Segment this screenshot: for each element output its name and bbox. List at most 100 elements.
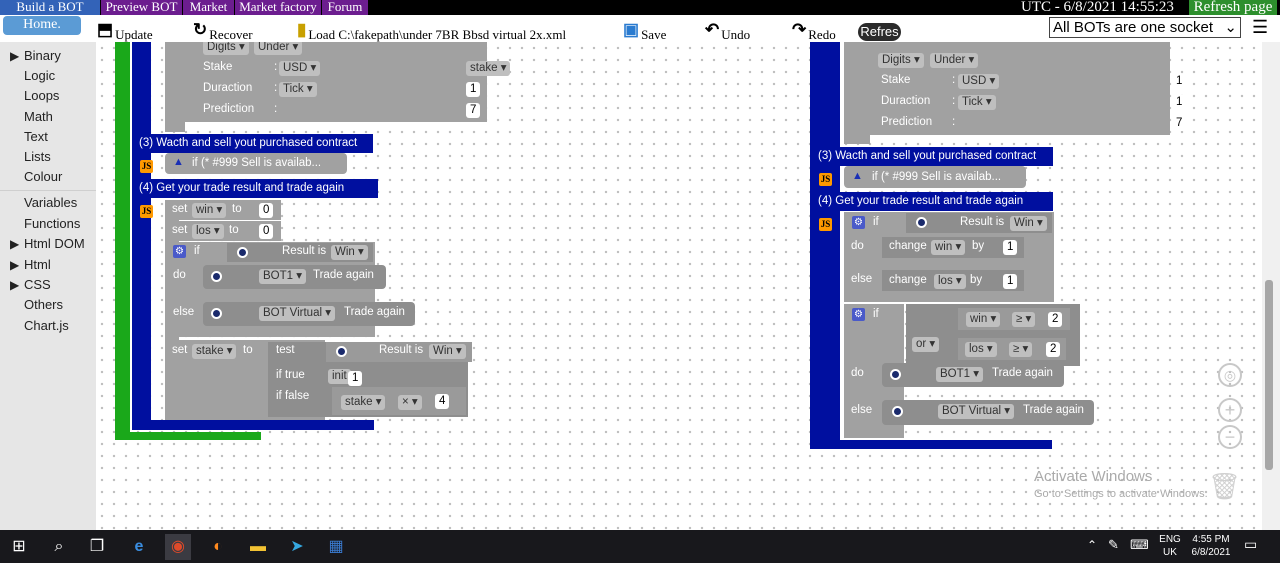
notification-icon[interactable]: ▭	[1244, 537, 1257, 551]
under-dropdown[interactable]: Under ▾	[930, 53, 979, 68]
sidebar-item-others[interactable]: Others	[24, 296, 63, 314]
file-explorer-icon[interactable]: ▬	[245, 534, 271, 560]
save-button[interactable]: ▣ Save	[623, 17, 666, 43]
result-dropdown[interactable]: Win ▾	[331, 245, 368, 260]
sidebar-item-text[interactable]: Text	[24, 128, 48, 146]
tab-market-factory[interactable]: Market factory	[235, 0, 321, 15]
digits-dropdown[interactable]: Digits ▾	[203, 42, 249, 55]
duration-input[interactable]: 1	[466, 82, 481, 97]
chevron-up-icon[interactable]: ⌃	[1087, 539, 1097, 552]
compare-operator-dropdown[interactable]: ≥ ▾	[1009, 342, 1033, 357]
sidebar-item-math[interactable]: Math	[24, 108, 53, 126]
refres-button[interactable]: Refres	[858, 23, 901, 41]
right-main-block[interactable]	[810, 42, 840, 449]
los-var-dropdown[interactable]: los ▾	[192, 224, 224, 239]
or-dropdown[interactable]: or ▾	[912, 337, 940, 352]
bot1-dropdown[interactable]: BOT1 ▾	[259, 269, 307, 284]
los-threshold-input[interactable]: 2	[1046, 342, 1061, 357]
tab-preview-bot[interactable]: Preview BOT	[101, 0, 182, 15]
result-dropdown[interactable]: Win ▾	[429, 344, 466, 359]
sidebar-item-lists[interactable]: Lists	[24, 148, 51, 166]
operator-dropdown[interactable]: × ▾	[398, 395, 422, 410]
chrome-icon[interactable]: ◉	[165, 534, 191, 560]
sidebar-item-css[interactable]: ▶ CSS	[10, 276, 51, 294]
telegram-icon[interactable]: ➤	[284, 534, 310, 560]
sidebar-item-colour[interactable]: Colour	[24, 168, 62, 186]
win-increment-input[interactable]: 1	[1003, 240, 1018, 255]
sidebar-item-functions[interactable]: Functions	[24, 215, 80, 233]
bot-virtual-dropdown[interactable]: BOT Virtual ▾	[259, 306, 335, 321]
socket-select[interactable]: All BOTs are one socket ⌄	[1049, 17, 1241, 38]
zoom-out-icon[interactable]: −	[1218, 425, 1242, 449]
duration-unit-dropdown[interactable]: Tick ▾	[279, 82, 317, 97]
scrollbar-thumb[interactable]	[1265, 280, 1273, 470]
result-dropdown[interactable]: Win ▾	[1010, 216, 1047, 231]
digits-dropdown[interactable]: Digits ▾	[878, 53, 924, 68]
init-number[interactable]: 1	[348, 371, 363, 386]
win-init-input[interactable]: 0	[259, 203, 274, 218]
task-view-icon[interactable]: ❐	[84, 534, 110, 560]
gear-icon[interactable]: ⚙	[173, 245, 186, 258]
currency-dropdown[interactable]: USD ▾	[958, 74, 1000, 89]
search-icon[interactable]: ⌕	[46, 534, 72, 560]
sidebar-item-loops[interactable]: Loops	[24, 87, 59, 105]
keyboard-icon[interactable]: ⌨	[1130, 538, 1149, 551]
sidebar-item-html[interactable]: ▶ Html	[10, 256, 51, 274]
los-var-dropdown[interactable]: los ▾	[934, 274, 966, 289]
gear-icon[interactable]: ⚙	[852, 308, 865, 321]
stake-var-dropdown[interactable]: stake ▾	[192, 344, 237, 359]
recover-button[interactable]: ↻ Recover	[193, 17, 253, 43]
home-button[interactable]: Home.	[3, 16, 81, 35]
los-increment-input[interactable]: 1	[1003, 274, 1018, 289]
language-indicator[interactable]: ENG UK	[1158, 533, 1182, 559]
sidebar-item-html-dom[interactable]: ▶ Html DOM	[10, 235, 85, 253]
win-var-dropdown[interactable]: win ▾	[966, 312, 1001, 327]
recenter-icon[interactable]: ◎	[1218, 363, 1242, 387]
tab-forum[interactable]: Forum	[322, 0, 368, 15]
trash-icon[interactable]: 🗑	[1208, 472, 1242, 504]
duration-unit-dropdown[interactable]: Tick ▾	[958, 95, 996, 110]
menu-icon[interactable]: ☰	[1252, 18, 1270, 36]
tab-market[interactable]: Market	[183, 0, 234, 15]
compare-operator-dropdown[interactable]: ≥ ▾	[1012, 312, 1036, 327]
network-app-icon[interactable]: ▦	[323, 534, 349, 560]
blockly-workspace[interactable]: Digits ▾ Under ▾ Stake : USD ▾ stake ▾ D…	[96, 42, 1262, 530]
currency-dropdown[interactable]: USD ▾	[279, 61, 321, 76]
left-section-3-header[interactable]: (3) Wacth and sell yout purchased contra…	[134, 134, 373, 153]
bot-virtual-dropdown[interactable]: BOT Virtual ▾	[938, 404, 1014, 419]
win-var-dropdown[interactable]: win ▾	[931, 240, 966, 255]
sidebar-item-logic[interactable]: Logic	[24, 67, 55, 85]
firefox-icon[interactable]: ◐	[205, 534, 231, 560]
green-root-block[interactable]	[115, 42, 130, 440]
load-button[interactable]: ▮ Load C:\fakepath\under 7BR Bbsd virtua…	[297, 17, 566, 43]
left-section-4-header[interactable]: (4) Get your trade result and trade agai…	[134, 179, 378, 198]
prediction-input[interactable]: 7	[466, 103, 481, 118]
los-var-dropdown[interactable]: los ▾	[965, 342, 997, 357]
zoom-in-icon[interactable]: +	[1218, 398, 1242, 422]
left-main-block[interactable]	[132, 42, 151, 430]
prediction-input[interactable]: 7	[1172, 116, 1187, 131]
sidebar-item-chartjs[interactable]: Chart.js	[24, 317, 69, 335]
right-section-4-header[interactable]: (4) Get your trade result and trade agai…	[813, 192, 1053, 211]
sidebar-item-binary[interactable]: ▶ Binary	[10, 47, 61, 65]
win-var-dropdown[interactable]: win ▾	[192, 203, 227, 218]
sidebar-item-variables[interactable]: Variables	[24, 194, 77, 212]
tab-build-a-bot[interactable]: Build a BOT	[0, 0, 100, 15]
right-section-3-header[interactable]: (3) Wacth and sell yout purchased contra…	[813, 147, 1053, 166]
los-init-input[interactable]: 0	[259, 224, 274, 239]
windows-start-icon[interactable]: ⊞	[6, 534, 32, 560]
stake-var-dropdown[interactable]: stake ▾	[466, 61, 511, 76]
duration-input[interactable]: 1	[1172, 95, 1187, 110]
undo-button[interactable]: ↶ Undo	[705, 17, 750, 43]
update-button[interactable]: ⬒ Update	[97, 17, 153, 43]
edge-icon[interactable]: e	[126, 534, 152, 560]
clock[interactable]: 4:55 PM 6/8/2021	[1188, 533, 1234, 559]
stake-var-dropdown[interactable]: stake ▾	[341, 395, 386, 410]
win-threshold-input[interactable]: 2	[1048, 312, 1063, 327]
pen-icon[interactable]: ✎	[1108, 538, 1119, 551]
bot1-dropdown[interactable]: BOT1 ▾	[936, 367, 984, 382]
stake-input[interactable]: 1	[1172, 74, 1187, 89]
redo-button[interactable]: ↷ Redo	[792, 17, 836, 43]
refresh-page-button[interactable]: Refresh page	[1189, 0, 1277, 15]
gear-icon[interactable]: ⚙	[852, 216, 865, 229]
